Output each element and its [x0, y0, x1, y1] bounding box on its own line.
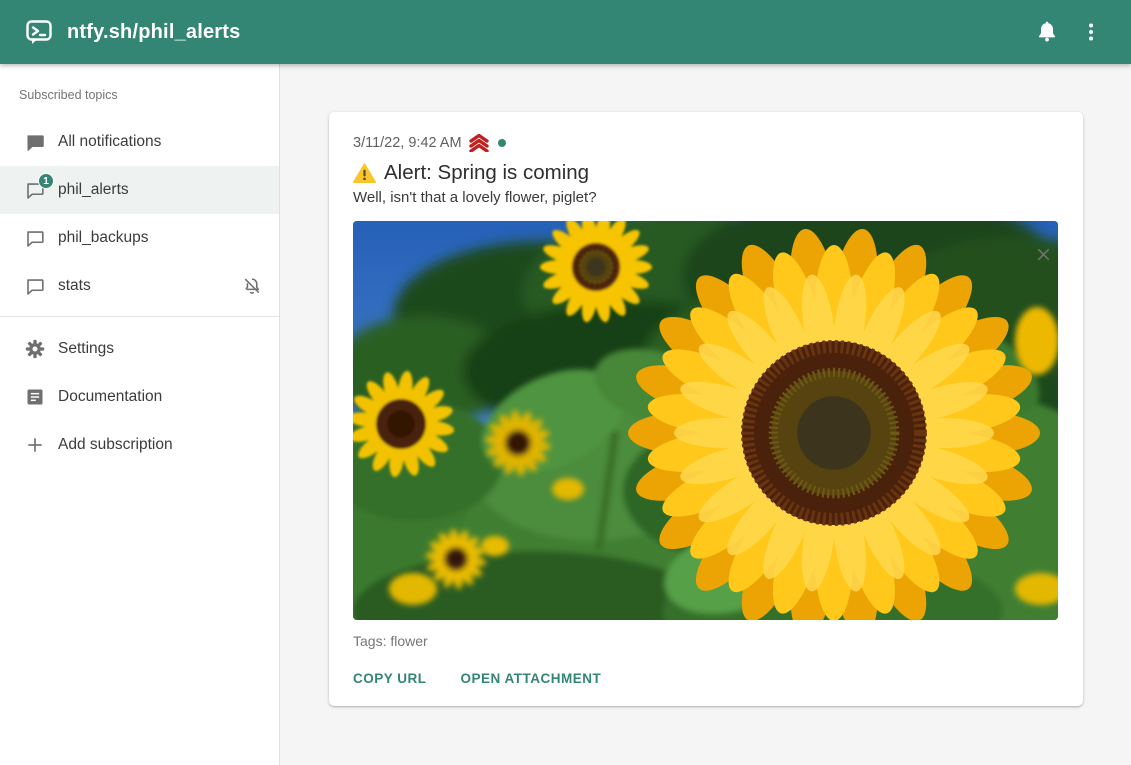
sidebar: Subscribed topics All notifications 1 ph… [0, 64, 280, 765]
notification-card: 3/11/22, 9:42 AM [329, 112, 1083, 706]
gear-icon [25, 339, 45, 359]
sidebar-item-all-notifications[interactable]: All notifications [0, 118, 279, 166]
notification-body: Well, isn't that a lovely flower, piglet… [353, 189, 1059, 206]
ntfy-logo-icon [26, 19, 52, 45]
chat-bubble-outline-icon [25, 276, 45, 296]
notifications-bell-button[interactable] [1025, 10, 1069, 54]
sidebar-item-label: Documentation [58, 388, 162, 406]
kebab-menu-icon [1079, 20, 1103, 44]
chat-bubble-filled-icon [25, 132, 45, 152]
notification-actions: COPY URL OPEN ATTACHMENT [345, 663, 1059, 694]
chat-bubble-outline-icon: 1 [25, 180, 45, 200]
sidebar-item-label: Settings [58, 340, 114, 358]
warning-emoji-icon [353, 163, 376, 184]
sidebar-item-label: phil_alerts [58, 181, 129, 199]
sunflower-photo [353, 221, 1058, 620]
notification-tags: Tags: flower [353, 633, 1059, 649]
article-icon [25, 387, 45, 407]
sidebar-divider [0, 316, 279, 317]
sidebar-item-label: All notifications [58, 133, 161, 151]
app-bar: ntfy.sh/phil_alerts [0, 0, 1131, 64]
main-content: 3/11/22, 9:42 AM [281, 64, 1131, 765]
sidebar-item-label: Add subscription [58, 436, 173, 454]
sidebar-item-phil-backups[interactable]: phil_backups [0, 214, 279, 262]
close-notification-button[interactable] [1025, 236, 1061, 272]
sidebar-item-phil-alerts[interactable]: 1 phil_alerts [0, 166, 279, 214]
sidebar-item-documentation[interactable]: Documentation [0, 373, 279, 421]
notifications-muted-icon [241, 275, 263, 297]
open-attachment-button[interactable]: OPEN ATTACHMENT [453, 663, 610, 694]
sidebar-item-label: stats [58, 277, 91, 295]
priority-max-icon [468, 134, 490, 152]
unread-dot [498, 139, 506, 147]
sidebar-item-settings[interactable]: Settings [0, 325, 279, 373]
page-title: ntfy.sh/phil_alerts [67, 21, 240, 44]
sidebar-item-add-subscription[interactable]: Add subscription [0, 421, 279, 469]
close-icon [1033, 244, 1054, 265]
notification-title: Alert: Spring is coming [384, 161, 589, 185]
plus-icon [25, 435, 45, 455]
notification-title-row: Alert: Spring is coming [353, 161, 1059, 185]
notification-meta: 3/11/22, 9:42 AM [353, 132, 1059, 154]
overflow-menu-button[interactable] [1069, 10, 1113, 54]
copy-url-button[interactable]: COPY URL [345, 663, 435, 694]
sidebar-item-stats[interactable]: stats [0, 262, 279, 310]
notification-timestamp: 3/11/22, 9:42 AM [353, 135, 462, 151]
sidebar-item-label: phil_backups [58, 229, 148, 247]
subscribed-topics-label: Subscribed topics [0, 70, 279, 118]
chat-bubble-outline-icon [25, 228, 45, 248]
unread-count-badge: 1 [38, 173, 54, 189]
attachment-image[interactable] [353, 221, 1058, 620]
